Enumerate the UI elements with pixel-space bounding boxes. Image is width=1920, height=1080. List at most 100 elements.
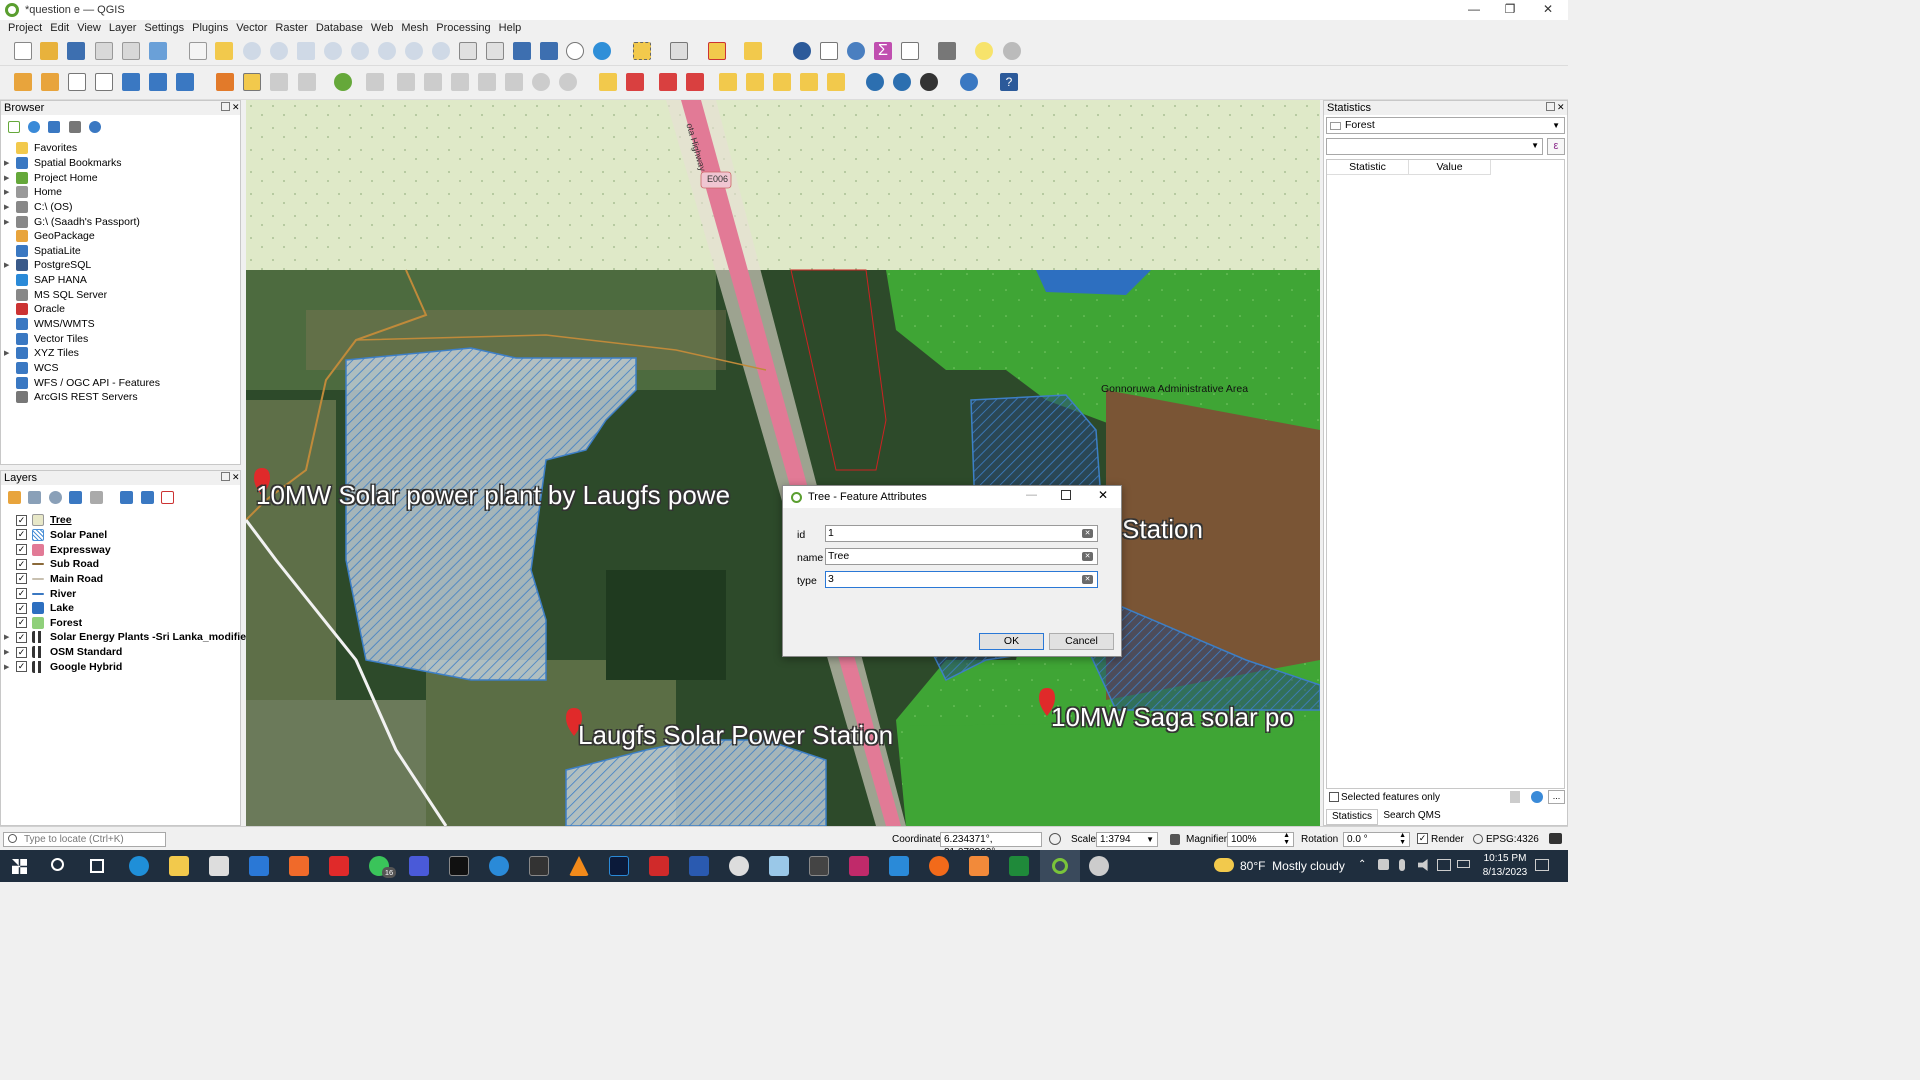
select-by-value-icon[interactable] (670, 42, 688, 60)
layer-visibility-checkbox[interactable]: ✓ (16, 529, 27, 541)
id-field[interactable]: 1 ✕ (825, 525, 1098, 542)
close-panel-icon[interactable]: ✕ (232, 472, 240, 483)
layer-item[interactable]: ✓ Tree (1, 513, 72, 528)
photoshop-icon[interactable] (609, 856, 629, 876)
crs-icon[interactable] (1473, 834, 1483, 844)
new-3d-view-icon[interactable] (486, 42, 504, 60)
metasearch-icon[interactable] (866, 73, 884, 91)
zoom-native-icon[interactable] (378, 42, 396, 60)
field-combo[interactable]: ▼ (1326, 138, 1543, 155)
float-panel-icon[interactable] (1546, 102, 1555, 111)
menu-help[interactable]: Help (495, 22, 526, 34)
tab-statistics[interactable]: Statistics (1326, 809, 1378, 825)
excel-icon[interactable] (1009, 856, 1029, 876)
edge-icon[interactable] (129, 856, 149, 876)
collapse-all-icon[interactable] (141, 491, 154, 504)
zoom-selection-icon[interactable] (324, 42, 342, 60)
browser-item[interactable]: ▶ XYZ Tiles (1, 346, 79, 361)
browser-item[interactable]: ArcGIS REST Servers (1, 390, 138, 405)
layer-visibility-checkbox[interactable]: ✓ (16, 573, 27, 585)
add-polygon-feature-icon[interactable] (334, 73, 352, 91)
expand-arrow-icon[interactable]: ▶ (4, 648, 12, 656)
layer-visibility-checkbox[interactable]: ✓ (16, 631, 27, 643)
minimize-button[interactable]: — (1026, 489, 1037, 501)
lock-icon[interactable] (1170, 834, 1180, 845)
name-field[interactable]: Tree ✕ (825, 548, 1098, 565)
expand-arrow-icon[interactable]: ▶ (4, 633, 12, 641)
browser-item[interactable]: WFS / OGC API - Features (1, 375, 160, 390)
add-vector-layer-icon[interactable] (176, 73, 194, 91)
browser-item[interactable]: MS SQL Server (1, 288, 107, 303)
highlight-pinned-labels-icon[interactable] (659, 73, 677, 91)
menu-edit[interactable]: Edit (46, 22, 73, 34)
chevron-up-icon[interactable]: ⌃ (1358, 859, 1366, 870)
layer-visibility-checkbox[interactable]: ✓ (16, 617, 27, 629)
new-spatialite-layer-icon[interactable] (95, 73, 113, 91)
refresh-browser-icon[interactable] (28, 121, 40, 133)
browser-item[interactable]: ▶ G:\ (Saadh's Passport) (1, 214, 140, 229)
menu-raster[interactable]: Raster (271, 22, 311, 34)
layer-item[interactable]: ▶ ✓ OSM Standard (1, 645, 122, 660)
clear-icon[interactable]: ✕ (1082, 529, 1093, 538)
pan-map-icon[interactable] (189, 42, 207, 60)
notifications-icon[interactable] (1535, 859, 1549, 871)
open-field-calculator-icon[interactable] (901, 42, 919, 60)
float-panel-icon[interactable] (221, 102, 230, 111)
expand-arrow-icon[interactable]: ▶ (4, 203, 12, 211)
new-shapefile-layer-icon[interactable] (68, 73, 86, 91)
float-panel-icon[interactable] (221, 472, 230, 481)
crs-label[interactable]: EPSG:4326 (1486, 834, 1539, 845)
brave-icon[interactable] (289, 856, 309, 876)
render-checkbox[interactable]: ✓ (1417, 833, 1428, 844)
zoom-in-icon[interactable] (243, 42, 261, 60)
expand-arrow-icon[interactable]: ▶ (4, 218, 12, 226)
vertex-tool-icon[interactable] (366, 73, 384, 91)
refresh-icon[interactable] (593, 42, 611, 60)
close-panel-icon[interactable]: ✕ (232, 102, 240, 113)
zoom-last-icon[interactable] (405, 42, 423, 60)
new-virtual-layer-icon[interactable] (122, 73, 140, 91)
digitize-icon[interactable] (298, 73, 316, 91)
menu-layer[interactable]: Layer (105, 22, 141, 34)
magnifier-field[interactable]: 100% ▲ ▼ (1227, 832, 1294, 847)
column-value[interactable]: Value (1409, 160, 1491, 175)
network-icon[interactable] (1378, 859, 1389, 870)
browser-item[interactable]: Vector Tiles (1, 331, 88, 346)
collapse-all-icon[interactable] (69, 121, 81, 133)
weather-icon[interactable] (1214, 858, 1234, 872)
layer-item[interactable]: ▶ ✓ Google Hybrid (1, 660, 122, 675)
epic-games-icon[interactable] (449, 856, 469, 876)
clock-date[interactable]: 8/13/2023 (1480, 867, 1530, 878)
filter-browser-icon[interactable] (48, 121, 60, 133)
change-label-icon[interactable] (800, 73, 818, 91)
layer-visibility-checkbox[interactable]: ✓ (16, 558, 27, 570)
display-icon[interactable] (1437, 859, 1451, 871)
microphone-icon[interactable] (1399, 859, 1405, 871)
battery-icon[interactable] (1457, 860, 1470, 868)
menu-web[interactable]: Web (367, 22, 397, 34)
statistical-summary-icon[interactable]: Σ (874, 42, 892, 60)
clear-icon[interactable]: ✕ (1082, 552, 1093, 561)
filter-legend-icon[interactable] (69, 491, 82, 504)
browser-item[interactable]: SAP HANA (1, 273, 87, 288)
browser-item[interactable]: ▶ Project Home (1, 170, 98, 185)
toggle-extents-icon[interactable] (1049, 833, 1061, 845)
browser-item[interactable]: ▶ PostgreSQL (1, 258, 91, 273)
ok-button[interactable]: OK (979, 633, 1044, 650)
save-project-icon[interactable] (67, 42, 85, 60)
qgis-taskbar-item[interactable] (1040, 850, 1080, 882)
layer-visibility-checkbox[interactable]: ✓ (16, 514, 27, 526)
python-console-icon[interactable] (960, 73, 978, 91)
openlayers-icon[interactable] (920, 73, 938, 91)
copy-icon[interactable] (1510, 791, 1520, 803)
selected-only-checkbox[interactable] (1329, 792, 1339, 802)
properties-widget-icon[interactable] (89, 121, 101, 133)
processing-toolbox-icon[interactable] (847, 42, 865, 60)
close-panel-icon[interactable]: ✕ (1557, 102, 1565, 113)
style-manager-icon[interactable] (149, 42, 167, 60)
menu-processing[interactable]: Processing (432, 22, 494, 34)
browser-item[interactable]: ▶ Home (1, 185, 62, 200)
youtube-icon[interactable] (329, 856, 349, 876)
coordinate-field[interactable]: 6.234371°, 81.078962° (940, 832, 1042, 858)
pan-to-selection-icon[interactable] (215, 42, 233, 60)
